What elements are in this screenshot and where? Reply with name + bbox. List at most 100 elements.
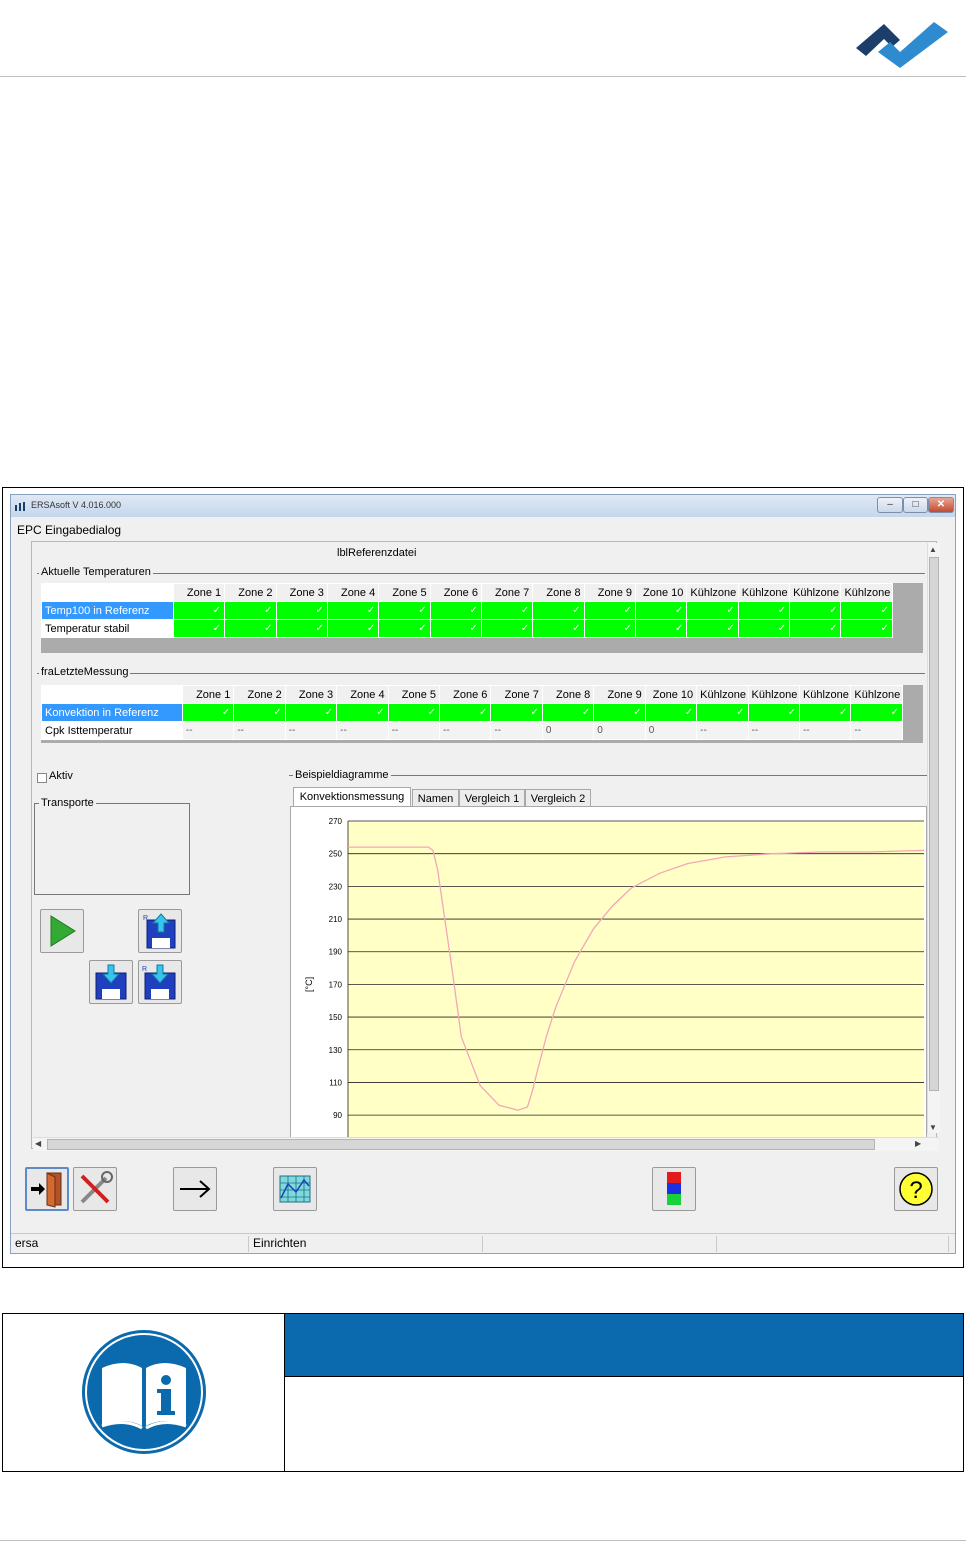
y-tick-label: 230: [329, 882, 343, 891]
settings-button[interactable]: [73, 1167, 117, 1211]
column-header: Zone 6: [429, 583, 482, 602]
last-measurement-title: fraLetzteMessung: [39, 666, 131, 678]
load-reference-button[interactable]: R: [138, 909, 182, 953]
last-measurement-table: Zone 1 Zone 2 Zone 3 Zone 4 Zone 5 Zone 6 Zone…: [41, 685, 903, 740]
table-cell: --: [490, 721, 543, 740]
tab-vergleich-2[interactable]: Vergleich 2: [525, 789, 591, 807]
scroll-right-arrow[interactable]: ▶: [915, 1139, 921, 1148]
table-cell: ✓: [532, 601, 585, 620]
table-cell: ✓: [480, 619, 534, 638]
title-bar[interactable]: ERSAsoft V 4.016.000 – □ ✕: [11, 495, 955, 517]
table-cell: ✓: [532, 619, 585, 638]
table-cell: --: [233, 721, 286, 740]
row-label[interactable]: Temp100 in Referenz: [41, 601, 174, 620]
row-label[interactable]: Temperatur stabil: [41, 619, 174, 638]
table-header-row: Zone 1 Zone 2 Zone 3 Zone 4 Zone 5 Zone 6 Zone…: [41, 583, 893, 602]
column-header: Zone 10: [635, 583, 688, 602]
tab-konvektionsmessung[interactable]: Konvektionsmessung: [293, 787, 411, 807]
chart-panel: 270 250 230 210 190 170 150 130 110 90 [°C]: [290, 806, 927, 1139]
aktiv-label: Aktiv: [49, 770, 73, 782]
y-tick-label: 190: [329, 948, 343, 957]
table-cell: ✓: [233, 703, 286, 722]
column-header: Zone 5: [378, 583, 431, 602]
minimize-button[interactable]: –: [877, 497, 903, 513]
current-temps-frame: [37, 573, 925, 574]
row-label[interactable]: Cpk Isttemperatur: [41, 721, 183, 740]
column-header: Kühlzone 3: [789, 583, 842, 602]
app-icon: [15, 502, 25, 511]
column-header: Kühlzone 2: [737, 583, 791, 602]
next-button[interactable]: [173, 1167, 217, 1211]
help-button[interactable]: ?: [894, 1167, 938, 1211]
table-cell: ✓: [635, 619, 688, 638]
close-button[interactable]: ✕: [928, 497, 954, 513]
column-header: Zone 3: [284, 685, 338, 704]
disk-upload-icon: R: [143, 913, 176, 949]
chart-button[interactable]: [273, 1167, 317, 1211]
table-cell: ✓: [635, 601, 688, 620]
table-row[interactable]: Konvektion in Referenz ✓ ✓ ✓ ✓ ✓ ✓ ✓ ✓ ✓ ✓ ✓ ✓ ✓ ✓: [41, 703, 903, 722]
table-cell: ✓: [172, 619, 226, 638]
column-header: Zone 7: [490, 685, 543, 704]
status-mode: Einrichten: [249, 1236, 483, 1252]
table-cell: ✓: [541, 703, 595, 722]
table-cell: ✓: [275, 619, 328, 638]
y-tick-label: 130: [329, 1046, 343, 1055]
color-bars-icon: [667, 1172, 681, 1205]
reference-file-label: lblReferenzdatei: [337, 547, 417, 559]
y-tick-label: 270: [329, 817, 343, 826]
disk-save-r-icon: R: [142, 964, 176, 1000]
table-cell: ✓: [686, 619, 739, 638]
status-cell-3: [483, 1236, 717, 1252]
table-cell: --: [798, 721, 852, 740]
table-cell: ✓: [224, 601, 277, 620]
exit-door-icon: [31, 1172, 62, 1208]
table-cell: --: [181, 721, 235, 740]
y-tick-label: 90: [333, 1111, 342, 1120]
table-cell: ✓: [789, 601, 842, 620]
column-header: Zone 6: [438, 685, 492, 704]
aktiv-checkbox[interactable]: [37, 773, 47, 783]
exit-button[interactable]: [25, 1167, 69, 1211]
column-header: Zone 2: [233, 685, 286, 704]
tab-namen[interactable]: Namen: [412, 789, 459, 807]
row-label[interactable]: Konvektion in Referenz: [41, 703, 183, 722]
table-header-row: Zone 1 Zone 2 Zone 3 Zone 4 Zone 5 Zone 6 Zone…: [41, 685, 903, 704]
vertical-scroll-thumb[interactable]: [929, 557, 939, 1091]
save-button[interactable]: [89, 960, 133, 1004]
table-cell: ✓: [593, 703, 646, 722]
svg-text:R: R: [143, 915, 148, 922]
table-row[interactable]: Temp100 in Referenz ✓ ✓ ✓ ✓ ✓ ✓ ✓ ✓ ✓ ✓ ✓ ✓ ✓ ✓: [41, 601, 893, 620]
scroll-down-arrow[interactable]: ▼: [929, 1123, 937, 1132]
table-cell: --: [387, 721, 441, 740]
transporte-group: [34, 803, 190, 895]
convection-chart: 270 250 230 210 190 170 150 130 110 90 [°C]: [304, 817, 925, 1138]
table-cell: ✓: [480, 601, 534, 620]
table-row[interactable]: Temperatur stabil ✓ ✓ ✓ ✓ ✓ ✓ ✓ ✓ ✓ ✓ ✓ ✓ ✓ ✓: [41, 619, 893, 638]
table-cell: --: [850, 721, 903, 740]
current-temps-title: Aktuelle Temperaturen: [39, 566, 153, 578]
diagrams-title: Beispieldiagramme: [293, 769, 391, 781]
play-icon: [50, 915, 76, 947]
color-settings-button[interactable]: [652, 1167, 696, 1211]
start-button[interactable]: [40, 909, 84, 953]
scroll-left-arrow[interactable]: ◀: [35, 1139, 41, 1148]
y-axis-label: [°C]: [304, 977, 314, 992]
horizontal-scroll-thumb[interactable]: [47, 1139, 875, 1150]
table-cell: ✓: [429, 619, 482, 638]
column-header: Kühlzone 4: [840, 583, 893, 602]
maximize-button[interactable]: □: [903, 497, 928, 513]
save-reference-button[interactable]: R: [138, 960, 182, 1004]
footer-rule: [0, 1540, 966, 1541]
table-cell: ✓: [850, 703, 903, 722]
scroll-up-arrow[interactable]: ▲: [929, 545, 937, 554]
app-window: ERSAsoft V 4.016.000 – □ ✕ EPC Eingabedi…: [10, 494, 956, 1254]
disk-save-icon: [95, 964, 127, 1000]
tab-vergleich-1[interactable]: Vergleich 1: [459, 789, 525, 807]
column-header: Zone 4: [336, 685, 389, 704]
table-row[interactable]: Cpk Isttemperatur -- -- -- -- -- -- -- 0 0 0 -- -- --…: [41, 721, 903, 740]
column-header: Zone 9: [593, 685, 646, 704]
table-cell: --: [284, 721, 338, 740]
current-temps-table: Zone 1 Zone 2 Zone 3 Zone 4 Zone 5 Zone 6 Zone…: [41, 583, 893, 638]
column-header: Zone 8: [541, 685, 595, 704]
